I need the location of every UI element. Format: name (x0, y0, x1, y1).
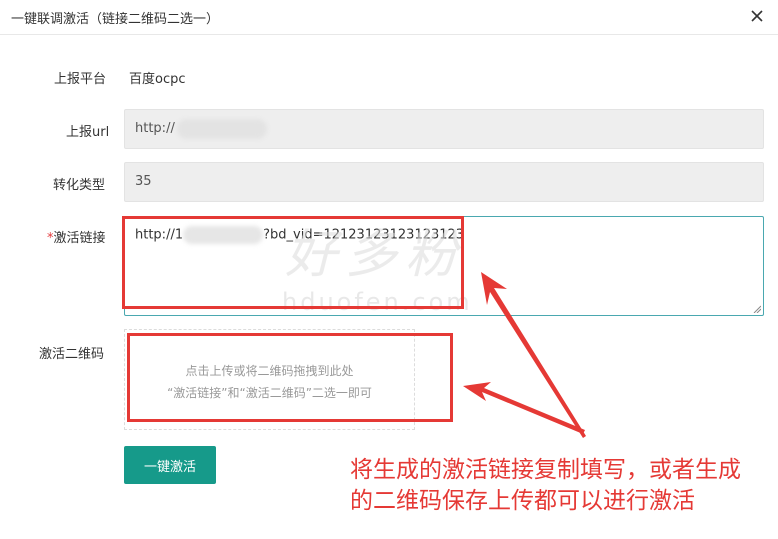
dialog-header: 一键联调激活（链接二维码二选一） (0, 0, 778, 35)
redacted-mask (176, 118, 267, 139)
url-field[interactable]: http:// (124, 109, 764, 149)
resize-grip-icon[interactable] (753, 305, 761, 313)
annotation-note-line2: 的二维码保存上传都可以进行激活 (350, 488, 695, 514)
annotation-note: 将生成的激活链接复制填写，或者生成 的二维码保存上传都可以进行激活 (350, 455, 770, 517)
close-button[interactable] (748, 7, 766, 25)
url-label: 上报url (66, 125, 110, 140)
conversion-type-field[interactable]: 35 (124, 162, 764, 202)
upload-hint-secondary: “激活链接”和“激活二维码”二选一即可 (167, 386, 372, 400)
platform-label: 上报平台 (54, 72, 107, 87)
activation-link-label: *激活链接 (47, 227, 106, 246)
conversion-type-label: 转化类型 (53, 178, 106, 193)
url-value: http:// (135, 121, 175, 136)
close-icon[interactable] (748, 7, 766, 25)
qr-upload-area[interactable]: 点击上传或将二维码拖拽到此处 “激活链接”和“激活二维码”二选一即可 (124, 329, 415, 430)
activation-link-label-text: 激活链接 (53, 231, 106, 246)
platform-value: 百度ocpc (129, 72, 186, 87)
activation-dialog: 一键联调激活（链接二维码二选一） 上报平台 百度ocpc 上报url http:… (0, 0, 778, 539)
dialog-title: 一键联调激活（链接二维码二选一） (11, 12, 220, 27)
annotation-arrow-qr (463, 382, 585, 434)
upload-hint-primary: 点击上传或将二维码拖拽到此处 (185, 364, 354, 378)
activation-link-value-suffix: ?bd_vid=12123123123123123 (263, 227, 465, 243)
activation-link-textarea[interactable]: http://1 ?bd_vid=12123123123123123 (124, 216, 764, 316)
conversion-type-value: 35 (135, 174, 152, 189)
qr-code-label: 激活二维码 (39, 347, 105, 362)
annotation-note-line1: 将生成的激活链接复制填写，或者生成 (350, 457, 741, 483)
activation-link-value-prefix: http://1 (135, 227, 184, 243)
one-click-activate-button[interactable]: 一键激活 (124, 446, 216, 484)
redacted-mask (183, 226, 264, 244)
